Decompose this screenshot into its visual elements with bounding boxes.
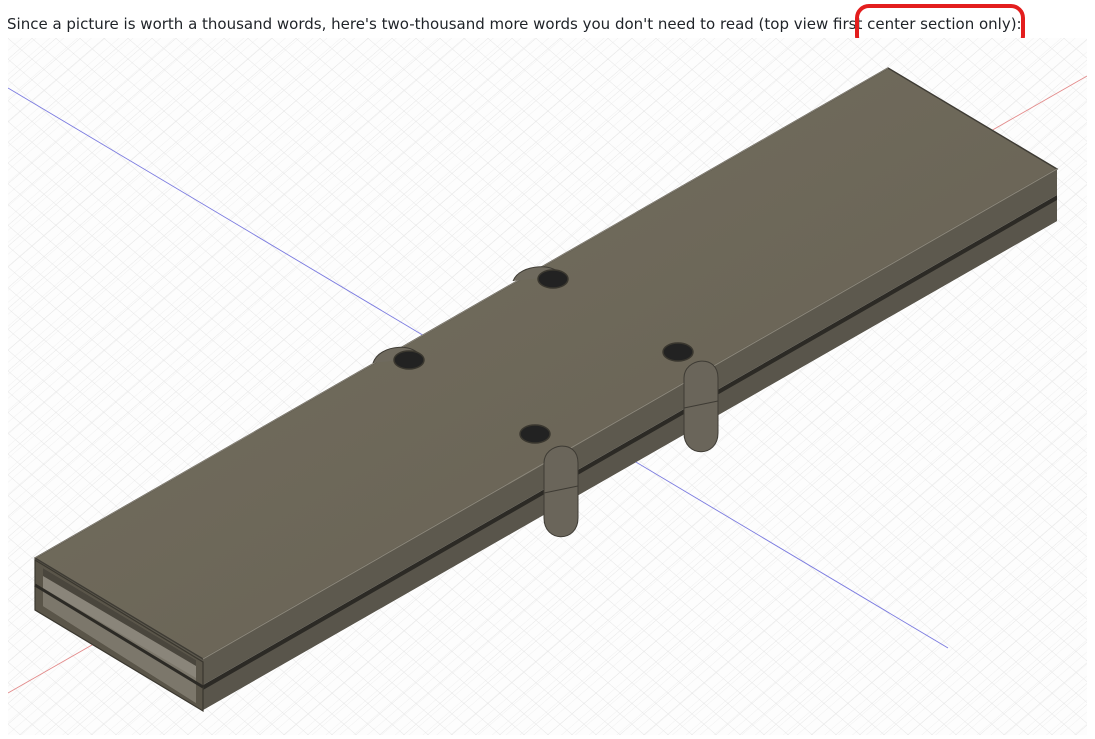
cad-viewport[interactable]: ▾ ▾ ▾ <box>8 38 1087 735</box>
caption-main: Since a picture is worth a thousand word… <box>7 15 863 33</box>
caption-text: Since a picture is worth a thousand word… <box>7 15 1022 33</box>
cad-canvas <box>8 38 1087 735</box>
caption-highlight: center section only): <box>867 15 1022 33</box>
